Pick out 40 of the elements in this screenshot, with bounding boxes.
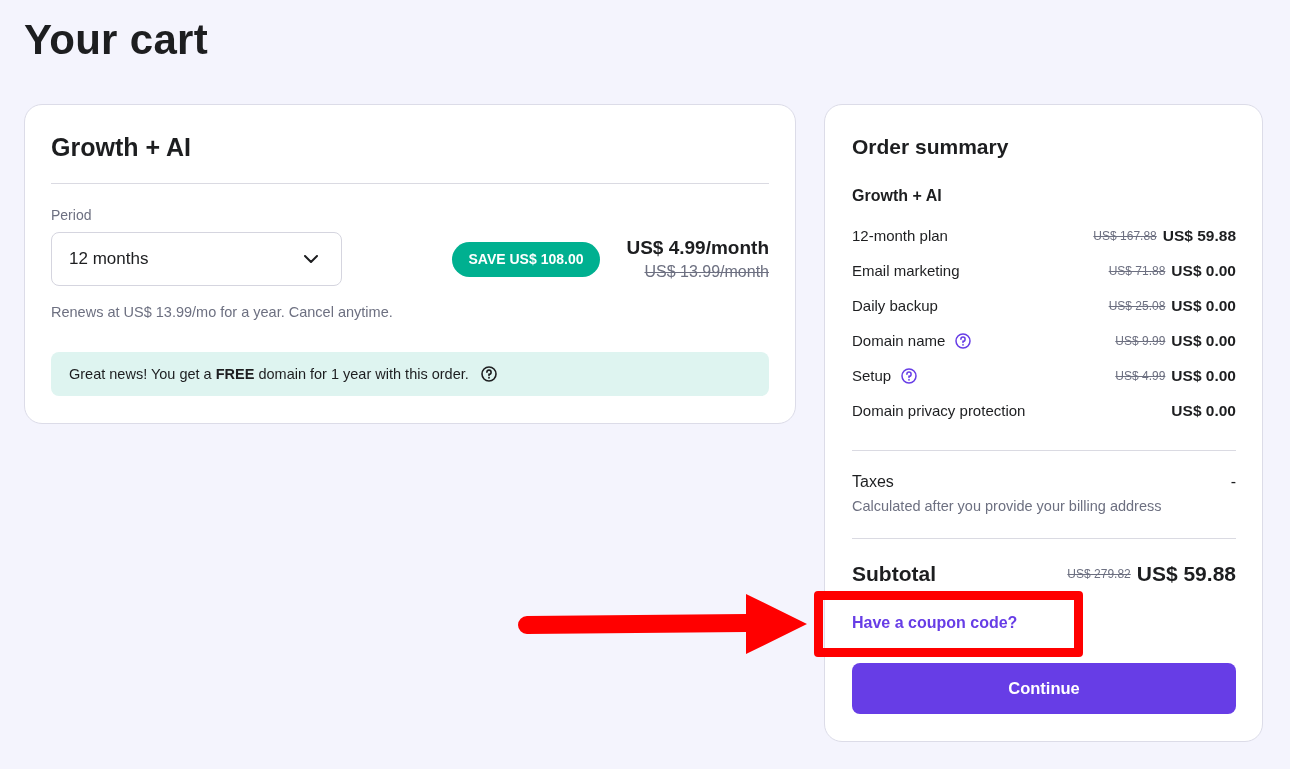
original-price: US$ 71.88: [1108, 262, 1166, 279]
original-price: US$ 279.82: [1067, 566, 1131, 582]
chevron-down-icon: [304, 255, 318, 263]
line-item-price: US$ 59.88: [1162, 225, 1236, 246]
continue-button[interactable]: Continue: [852, 663, 1236, 714]
period-label: Period: [51, 206, 92, 224]
help-icon[interactable]: [901, 367, 918, 384]
line-item-price: US$ 0.00: [1171, 295, 1236, 316]
line-item-price: US$ 0.00: [1171, 400, 1236, 421]
original-price: US$ 25.08: [1108, 297, 1166, 314]
notice-text: Great news! You get a FREE domain for 1 year with this order.: [69, 365, 469, 384]
subtotal-label: Subtotal: [852, 561, 936, 587]
coupon-link[interactable]: Have a coupon code?: [852, 611, 1018, 635]
plan-name: Growth + AI: [852, 186, 942, 206]
original-price: US$ 9.99: [1115, 332, 1166, 349]
monthly-price: US$ 4.99/month: [626, 236, 769, 260]
line-item-label: 12-month plan: [852, 225, 948, 246]
page-title: Your cart: [24, 16, 208, 64]
discount-badge: SAVE US$ 108.00: [451, 241, 601, 277]
line-item-price: US$ 0.00: [1171, 260, 1236, 281]
subtotal-price: US$ 59.88: [1136, 561, 1236, 587]
taxes-value: -: [1230, 472, 1236, 492]
line-item-label: Setup: [852, 365, 892, 386]
help-icon[interactable]: [480, 366, 497, 382]
line-item-label: Daily backup: [852, 295, 938, 316]
summary-title: Order summary: [852, 134, 1009, 160]
renewal-note: Renews at US$ 13.99/mo for a year. Cancel anytime.: [51, 303, 393, 322]
help-icon[interactable]: [955, 332, 972, 349]
original-price: US$ 4.99: [1115, 367, 1166, 384]
period-dropdown[interactable]: 12 months: [51, 232, 342, 286]
plan-title: Growth + AI: [51, 132, 192, 163]
line-item-price: US$ 0.00: [1171, 365, 1236, 386]
line-item-label: Domain privacy protection: [852, 400, 1026, 421]
line-item-price: US$ 0.00: [1171, 330, 1236, 351]
original-price: US$ 13.99/month: [644, 262, 769, 282]
taxes-note: Calculated after you provide your billing address: [852, 497, 1162, 516]
line-item-label: Domain name: [852, 330, 946, 351]
original-price: US$ 167.88: [1093, 227, 1157, 244]
taxes-label: Taxes: [852, 472, 894, 492]
line-item-label: Email marketing: [852, 260, 960, 281]
